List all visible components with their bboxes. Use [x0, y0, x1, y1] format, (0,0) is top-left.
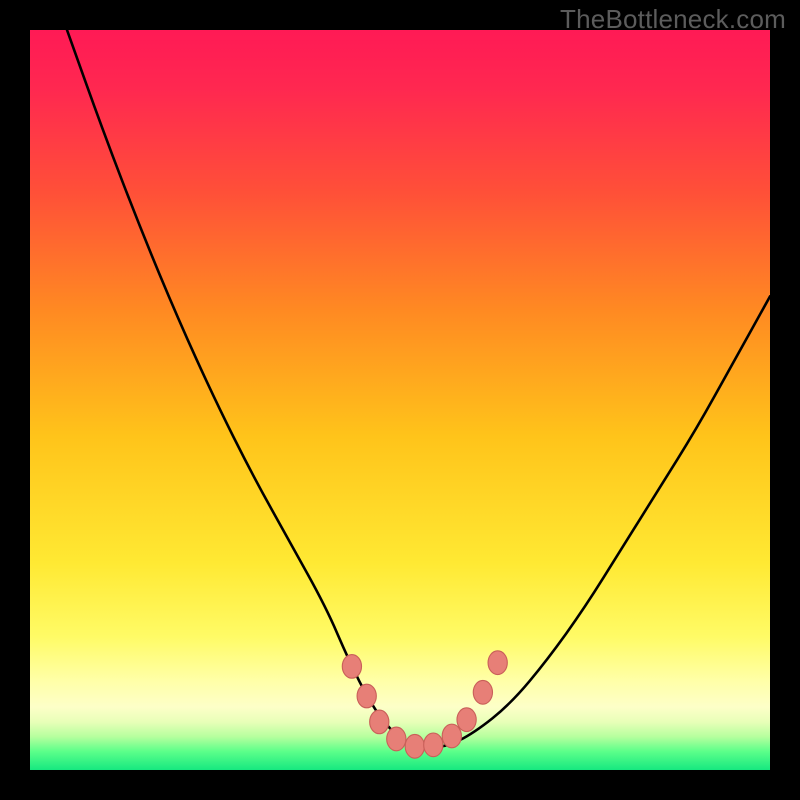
marker-group: [342, 651, 507, 758]
chart-overlay: [30, 30, 770, 770]
curve-marker: [342, 655, 361, 679]
curve-marker: [488, 651, 507, 675]
curve-marker: [370, 710, 389, 734]
curve-marker: [424, 733, 443, 757]
curve-marker: [457, 708, 476, 732]
plot-area: [30, 30, 770, 770]
curve-marker: [442, 724, 461, 748]
watermark-text: TheBottleneck.com: [560, 4, 786, 35]
bottleneck-curve: [67, 30, 770, 748]
curve-marker: [473, 680, 492, 704]
curve-marker: [357, 684, 376, 708]
curve-marker: [405, 734, 424, 758]
chart-frame: TheBottleneck.com: [0, 0, 800, 800]
curve-marker: [387, 727, 406, 751]
